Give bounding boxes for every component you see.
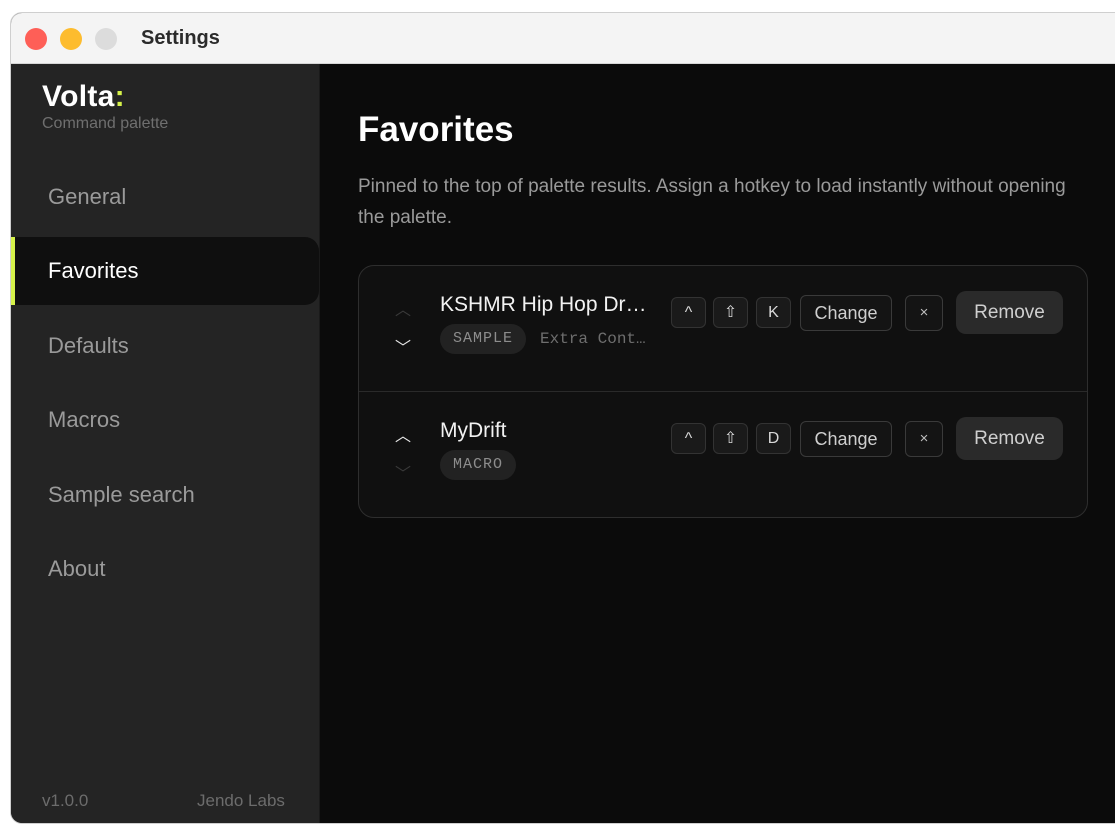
hotkey-control-key: ^ [671, 423, 706, 454]
hotkey-shift-key: ⇧ [713, 423, 748, 454]
sidebar-item-label: Defaults [48, 333, 129, 358]
sidebar-item-sample-search[interactable]: Sample search [11, 461, 319, 529]
title-bar: Settings [11, 13, 1115, 64]
main-panel: Favorites Pinned to the top of palette r… [320, 64, 1115, 823]
move-up-icon: ︿ [394, 302, 411, 319]
sidebar-item-macros[interactable]: Macros [11, 386, 319, 454]
favorite-source: Extra Cont… [540, 330, 646, 348]
page-description: Pinned to the top of palette results. As… [358, 176, 1066, 228]
sidebar-item-label: Sample search [48, 482, 195, 507]
minimize-window-button[interactable] [60, 28, 82, 50]
favorite-row: ︿ ﹀ MyDrift MACRO ^ ⇧ D Change × Remove [359, 392, 1087, 518]
change-hotkey-button[interactable]: Change [800, 295, 892, 331]
company-label: Jendo Labs [197, 791, 285, 810]
brand-colon: : [114, 80, 125, 113]
favorite-row: ︿ ﹀ KSHMR Hip Hop Dr… SAMPLE Extra Cont…… [359, 266, 1087, 392]
clear-hotkey-button[interactable]: × [905, 295, 943, 331]
sidebar-item-general[interactable]: General [11, 163, 319, 231]
close-window-button[interactable] [25, 28, 47, 50]
favorite-name: MyDrift [440, 419, 507, 442]
move-down-icon: ﹀ [394, 466, 411, 483]
sidebar: Volta: Command palette General Favorites… [11, 64, 320, 823]
hotkey-control-key: ^ [671, 297, 706, 328]
settings-window: Settings Volta: Command palette General … [10, 12, 1115, 824]
brand-subtitle: Command palette [42, 115, 169, 132]
remove-favorite-button[interactable]: Remove [956, 417, 1063, 460]
favorite-type-badge: MACRO [440, 450, 517, 480]
version-label: v1.0.0 [42, 791, 89, 810]
remove-favorite-button[interactable]: Remove [956, 291, 1063, 334]
sidebar-item-favorites[interactable]: Favorites [11, 237, 319, 305]
window-title: Settings [141, 27, 220, 49]
sidebar-item-about[interactable]: About [11, 535, 319, 603]
page-title: Favorites [358, 110, 514, 149]
clear-hotkey-button[interactable]: × [905, 421, 943, 457]
hotkey-shift-key: ⇧ [713, 297, 748, 328]
favorite-name: KSHMR Hip Hop Dr… [440, 293, 647, 316]
sidebar-item-label: About [48, 556, 106, 581]
favorites-list: ︿ ﹀ KSHMR Hip Hop Dr… SAMPLE Extra Cont…… [358, 265, 1088, 518]
sidebar-item-label: Favorites [48, 258, 139, 283]
hotkey-letter-key: K [756, 297, 791, 328]
hotkey-letter-key: D [756, 423, 791, 454]
move-up-icon[interactable]: ︿ [394, 428, 412, 446]
sidebar-item-label: Macros [48, 407, 121, 432]
move-down-icon[interactable]: ﹀ [394, 340, 412, 358]
change-hotkey-button[interactable]: Change [800, 421, 892, 457]
favorite-type-badge: SAMPLE [440, 324, 527, 354]
brand-name: Volta [42, 80, 115, 113]
brand-logo: Volta: [42, 80, 125, 114]
sidebar-item-defaults[interactable]: Defaults [11, 312, 319, 380]
sidebar-item-label: General [48, 184, 127, 209]
maximize-window-button[interactable] [95, 28, 117, 50]
